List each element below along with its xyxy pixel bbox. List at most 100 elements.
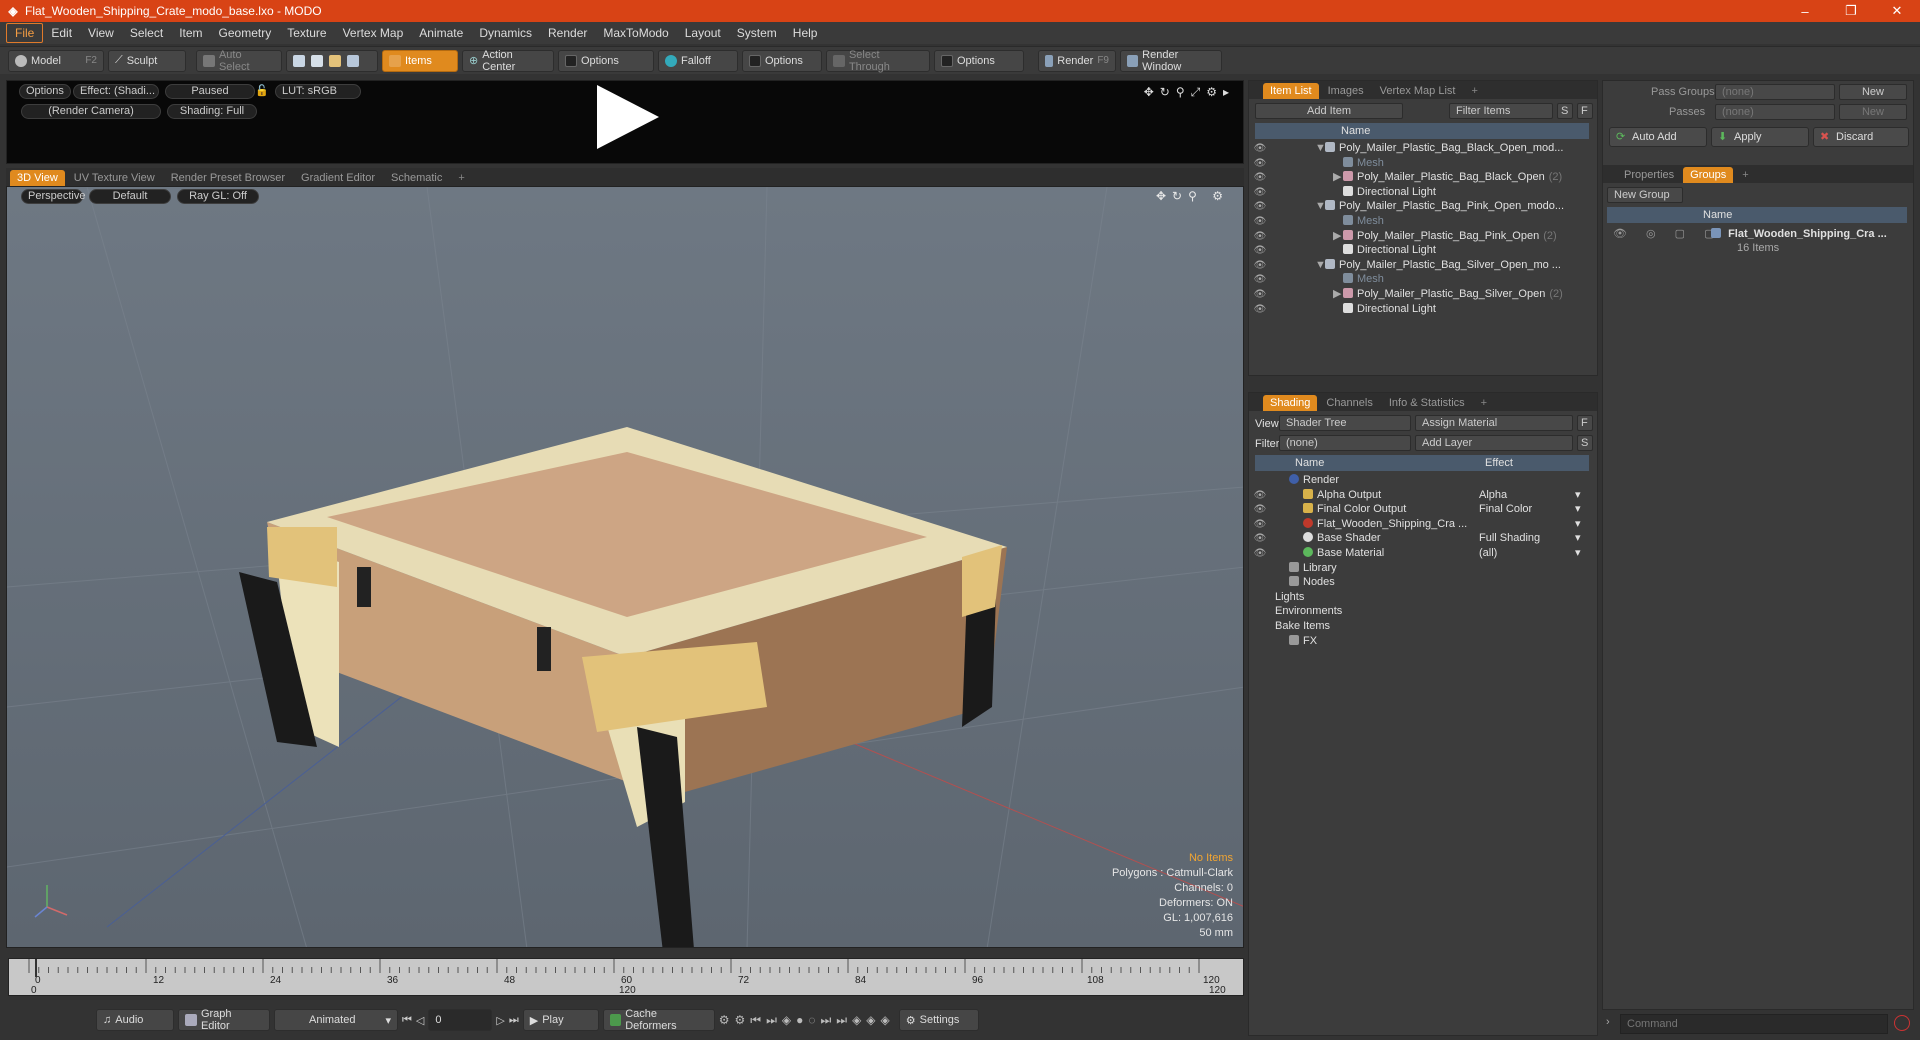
item-list-row[interactable]: 👁 ▼ Poly_Mailer_Plastic_Bag_Black_Open_mod… xyxy=(1249,141,1589,156)
materials-mode-icon[interactable] xyxy=(347,54,359,67)
3d-viewport[interactable]: Perspective Default Ray GL: Off ✥↻⚲ ⚙ No… xyxy=(6,186,1244,948)
apply-button[interactable]: ⬇ Apply xyxy=(1711,127,1809,147)
item-list-row[interactable]: 👁 Directional Light xyxy=(1249,243,1589,258)
visibility-eye-icon[interactable]: 👁 xyxy=(1253,488,1267,503)
play-icon[interactable] xyxy=(597,85,659,149)
tab-vertex-map-list[interactable]: Vertex Map List xyxy=(1373,83,1463,99)
settings-button[interactable]: ⚙ Settings xyxy=(898,1009,979,1031)
chevron-down-icon[interactable]: ▾ xyxy=(1575,546,1581,561)
shading-f-button[interactable]: F xyxy=(1577,415,1593,431)
crate-model[interactable] xyxy=(239,427,1007,948)
shader-tree-row[interactable]: 👁 Final Color Output Final Color ▾ xyxy=(1249,502,1589,517)
audio-button[interactable]: ♫ Audio xyxy=(96,1009,174,1031)
filter-items-field[interactable]: Filter Items xyxy=(1449,103,1553,119)
shader-tree-row[interactable]: 👁 Flat_Wooden_Shipping_Cra ... ▾ xyxy=(1249,517,1589,532)
shader-tree-row[interactable]: Nodes xyxy=(1249,575,1589,590)
model-button[interactable]: Model F2 xyxy=(8,49,104,72)
falloff-button[interactable]: Falloff xyxy=(658,49,738,72)
tab-3d-view[interactable]: 3D View xyxy=(10,170,65,186)
item-list-row[interactable]: 👁 Mesh xyxy=(1249,272,1589,287)
tab-info-statistics[interactable]: Info & Statistics xyxy=(1382,395,1472,411)
menu-texture[interactable]: Texture xyxy=(279,24,334,42)
record-icon[interactable] xyxy=(1894,1015,1910,1031)
action-center-options-button[interactable]: Options xyxy=(558,49,654,72)
falloff-options-button[interactable]: Options xyxy=(742,49,822,72)
shader-tree-dropdown[interactable]: Shader Tree xyxy=(1279,415,1411,431)
lut-dropdown[interactable]: LUT: sRGB xyxy=(275,84,361,99)
shader-tree-row[interactable]: 👁 Base Material (all) ▾ xyxy=(1249,546,1589,561)
menu-help[interactable]: Help xyxy=(785,24,826,42)
item-list-row[interactable]: 👁 ▼ Poly_Mailer_Plastic_Bag_Pink_Open_modo… xyxy=(1249,199,1589,214)
visibility-eye-icon[interactable]: 👁 xyxy=(1253,517,1267,532)
visibility-eye-icon[interactable]: 👁 xyxy=(1253,170,1267,185)
search-s-button[interactable]: S xyxy=(1557,103,1573,119)
add-item-dropdown[interactable]: Add Item xyxy=(1255,103,1403,119)
expand-arrow-icon[interactable]: ▼ xyxy=(1315,141,1326,156)
tab-shading[interactable]: Shading xyxy=(1263,395,1318,411)
vertices-mode-icon[interactable] xyxy=(293,54,305,67)
tab-schematic[interactable]: Schematic xyxy=(384,170,449,186)
tab-item-list[interactable]: Item List xyxy=(1263,83,1319,99)
expand-arrow-icon[interactable]: ▶ xyxy=(1333,170,1343,185)
pass-groups-dropdown[interactable]: (none) xyxy=(1715,84,1835,100)
graph-editor-button[interactable]: Graph Editor xyxy=(178,1008,270,1032)
visibility-eye-icon[interactable]: 👁 xyxy=(1253,531,1267,546)
assign-material-button[interactable]: Assign Material xyxy=(1415,415,1573,431)
tab-channels[interactable]: Channels xyxy=(1319,395,1379,411)
tab-render-preset-browser[interactable]: Render Preset Browser xyxy=(164,170,292,186)
playhead[interactable] xyxy=(35,959,37,977)
add-layer-dropdown[interactable]: Add Layer xyxy=(1415,435,1573,451)
menu-view[interactable]: View xyxy=(80,24,122,42)
shader-tree-row[interactable]: 👁 Alpha Output Alpha ▾ xyxy=(1249,488,1589,503)
shader-tree-row[interactable]: Render xyxy=(1249,473,1589,488)
shader-tree-row[interactable]: Bake Items xyxy=(1249,619,1589,634)
viewport-nav-controls[interactable]: ✥↻⚲ ⚙ xyxy=(1156,189,1229,203)
command-input[interactable] xyxy=(1620,1014,1888,1034)
expand-arrow-icon[interactable]: ▼ xyxy=(1315,199,1326,214)
menu-system[interactable]: System xyxy=(729,24,785,42)
perspective-dropdown[interactable]: Perspective xyxy=(21,189,85,204)
chevron-down-icon[interactable]: ▾ xyxy=(1575,531,1581,546)
new-pass-group-button[interactable]: New xyxy=(1839,84,1907,100)
shading-s-button[interactable]: S xyxy=(1577,435,1593,451)
item-list-row[interactable]: 👁 ▼ Poly_Mailer_Plastic_Bag_Silver_Open_mo… xyxy=(1249,258,1589,273)
item-list-row[interactable]: 👁 ▶ Poly_Mailer_Plastic_Bag_Silver_Open (2) xyxy=(1249,287,1589,302)
visibility-eye-icon[interactable]: 👁 xyxy=(1253,258,1267,273)
shader-tree-row[interactable]: FX xyxy=(1249,634,1589,649)
discard-button[interactable]: ✖ Discard xyxy=(1813,127,1909,147)
chevron-down-icon[interactable]: ▾ xyxy=(1575,517,1581,532)
add-tab-button[interactable]: + xyxy=(1735,167,1755,183)
auto-add-button[interactable]: ⟳ Auto Add xyxy=(1609,127,1707,147)
restore-button[interactable]: ❐ xyxy=(1828,0,1874,22)
visibility-eye-icon[interactable]: 👁 xyxy=(1253,185,1267,200)
visibility-eye-icon[interactable]: 👁 xyxy=(1253,243,1267,258)
item-list-row[interactable]: 👁 Mesh xyxy=(1249,156,1589,171)
add-tab-button[interactable]: + xyxy=(1464,83,1484,99)
auto-select-button[interactable]: Auto Select xyxy=(196,49,282,73)
minimize-button[interactable]: – xyxy=(1782,0,1828,22)
filter-f-button[interactable]: F xyxy=(1577,103,1593,119)
visibility-eye-icon[interactable]: 👁 xyxy=(1253,199,1267,214)
visibility-eye-icon[interactable]: 👁 xyxy=(1253,229,1267,244)
play-button[interactable]: ▶ Play xyxy=(522,1009,599,1031)
select-through-button[interactable]: Select Through xyxy=(826,49,930,73)
visibility-eye-icon[interactable]: 👁 xyxy=(1253,302,1267,317)
new-pass-button[interactable]: New xyxy=(1839,104,1907,120)
menu-geometry[interactable]: Geometry xyxy=(211,24,280,42)
item-list-row[interactable]: 👁 Mesh xyxy=(1249,214,1589,229)
tab-gradient-editor[interactable]: Gradient Editor xyxy=(294,170,382,186)
camera-dropdown[interactable]: (Render Camera) xyxy=(21,104,161,119)
keyframe-tools-icons[interactable]: ⚙⚙⏮⏭◈●◌⏭⏭◈◈◈ xyxy=(719,1013,895,1028)
shader-tree-row[interactable]: 👁 Base Shader Full Shading ▾ xyxy=(1249,531,1589,546)
next-key-icon[interactable]: ▷ xyxy=(496,1014,504,1027)
visibility-eye-icon[interactable]: 👁 xyxy=(1253,156,1267,171)
menu-edit[interactable]: Edit xyxy=(43,24,80,42)
menu-file[interactable]: File xyxy=(6,23,44,43)
select-through-options-button[interactable]: Options xyxy=(934,49,1024,72)
preview-view-controls[interactable]: ✥↻⚲⤢⚙▸ xyxy=(1144,85,1235,100)
visibility-eye-icon[interactable]: 👁 xyxy=(1253,214,1267,229)
chevron-down-icon[interactable]: ▾ xyxy=(1575,502,1581,517)
expand-arrow-icon[interactable]: ▶ xyxy=(1333,287,1343,302)
item-list-row[interactable]: 👁 Directional Light xyxy=(1249,185,1589,200)
render-button[interactable]: Render F9 xyxy=(1038,49,1116,72)
